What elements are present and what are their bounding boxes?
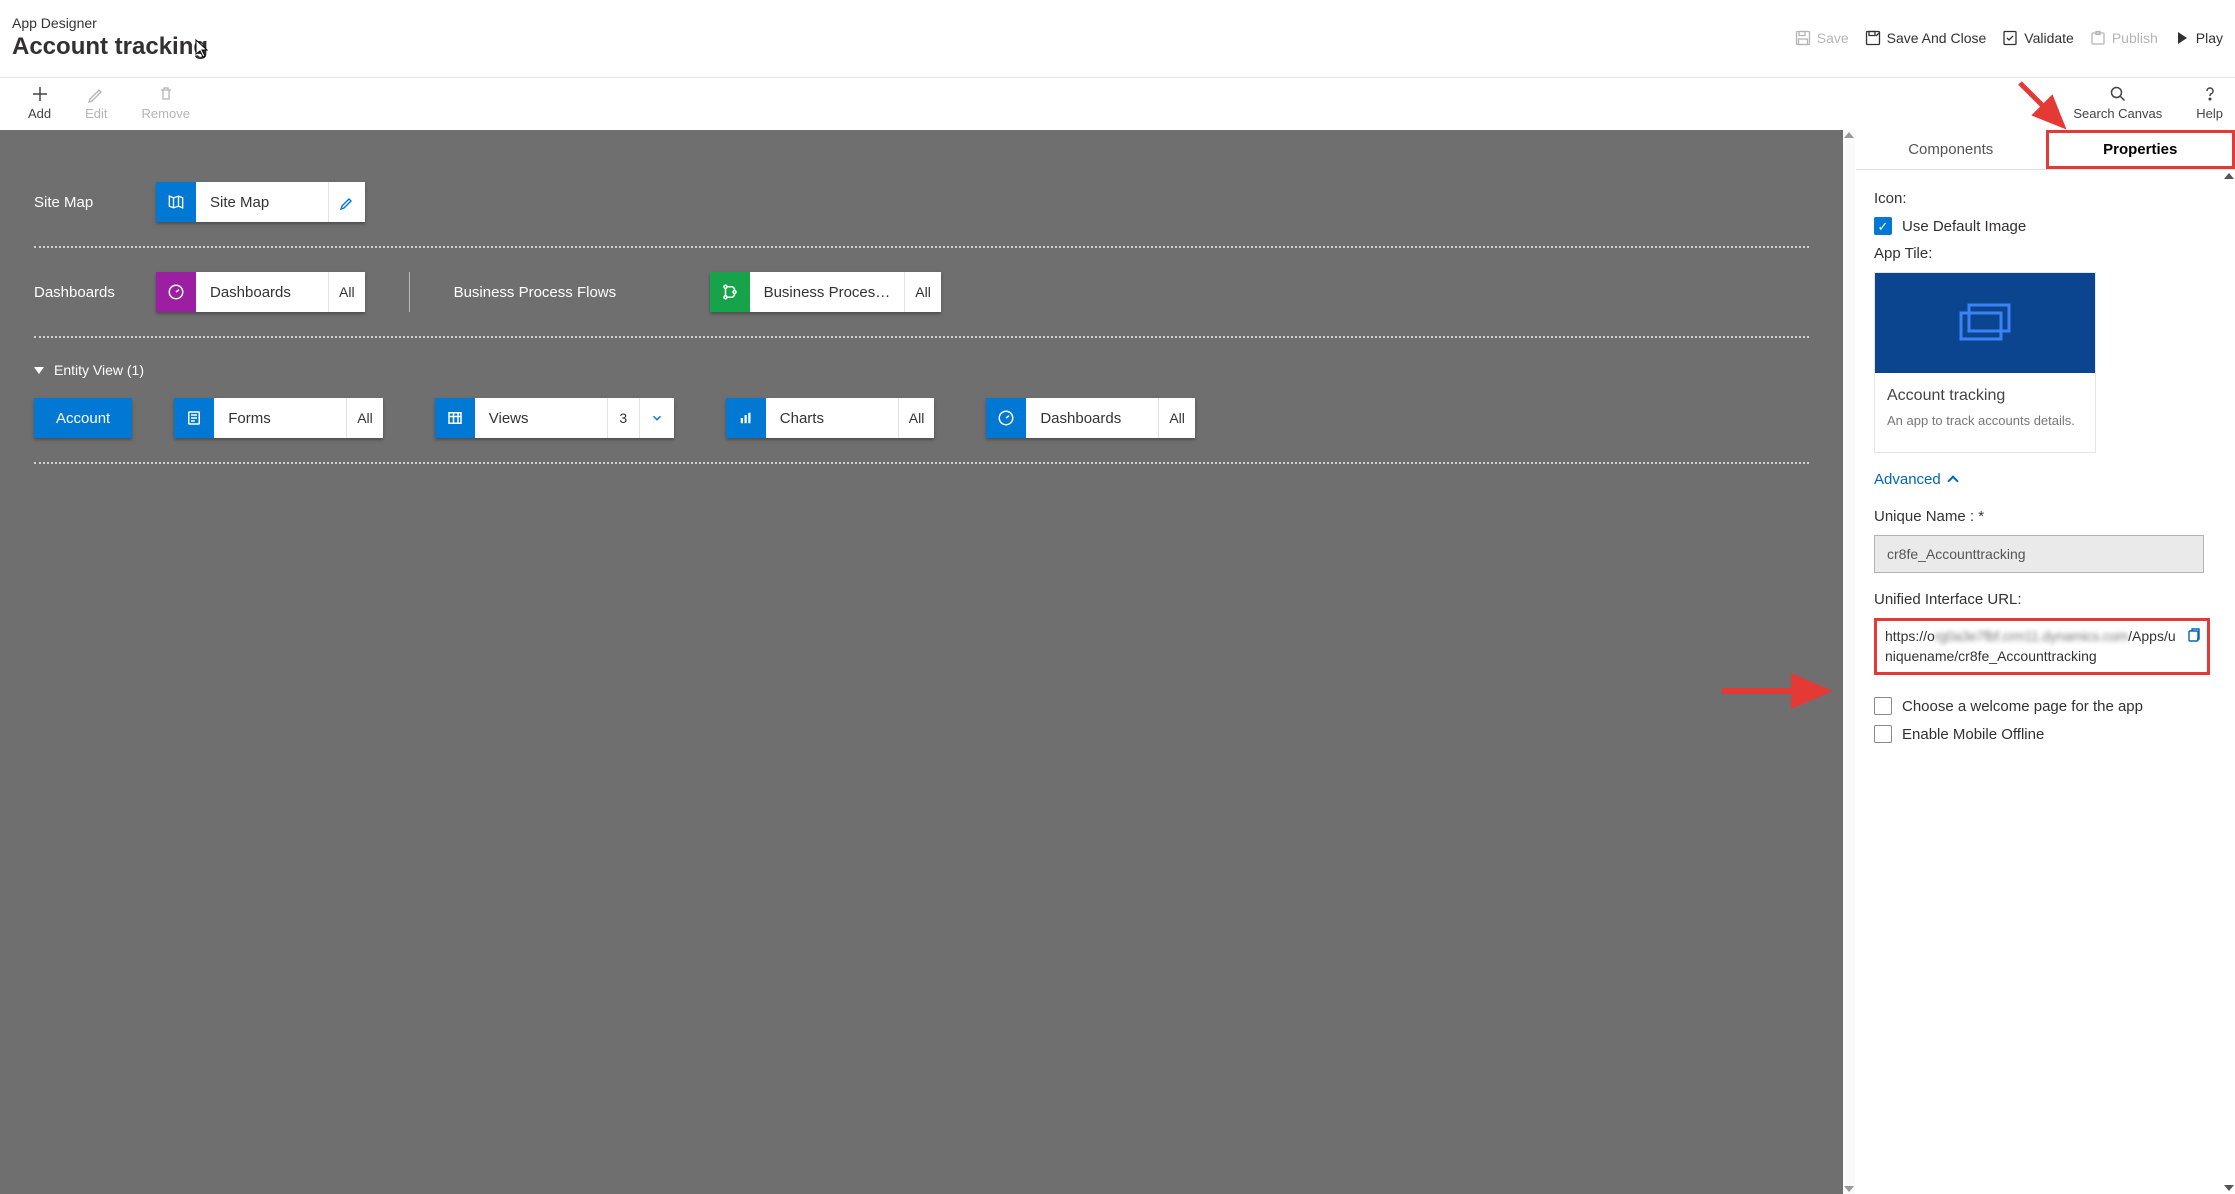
- canvas-divider: [409, 272, 410, 312]
- app-tile-title: Account tracking: [1887, 387, 2083, 405]
- help-button[interactable]: Help: [2196, 85, 2223, 121]
- add-button[interactable]: Add: [28, 85, 51, 121]
- play-button[interactable]: Play: [2174, 30, 2223, 46]
- use-default-image-checkbox[interactable]: [1874, 217, 1892, 235]
- bpf-suffix[interactable]: All: [904, 272, 941, 312]
- dashboards-suffix[interactable]: All: [328, 272, 365, 312]
- tool-bar: Add Edit Remove Search Canvas Help: [0, 78, 2235, 130]
- save-close-icon: [1865, 30, 1881, 46]
- bpf-icon: [710, 272, 750, 312]
- play-icon: [2174, 30, 2190, 46]
- help-icon: [2201, 85, 2219, 103]
- chart-icon: [726, 398, 766, 438]
- views-count[interactable]: 3: [607, 398, 639, 438]
- advanced-toggle[interactable]: Advanced: [1874, 471, 1957, 488]
- use-default-image-label: Use Default Image: [1902, 218, 2026, 235]
- caret-down-icon: [34, 367, 44, 374]
- entity-view-toggle[interactable]: Entity View (1): [34, 362, 144, 378]
- entity-dashboards-tile[interactable]: Dashboards All: [986, 398, 1195, 438]
- icon-label: Icon:: [1874, 190, 2217, 207]
- welcome-page-checkbox[interactable]: [1874, 697, 1892, 715]
- entity-account-tile[interactable]: Account: [34, 398, 132, 438]
- sitemap-edit-button[interactable]: [328, 182, 365, 222]
- save-button: Save: [1795, 30, 1849, 46]
- app-tile-desc: An app to track accounts details.: [1887, 413, 2083, 428]
- canvas-scrollbar[interactable]: [1843, 130, 1855, 1194]
- entity-dashboards-suffix[interactable]: All: [1158, 398, 1195, 438]
- tab-components[interactable]: Components: [1856, 130, 2046, 169]
- unique-name-label: Unique Name : *: [1874, 508, 2217, 525]
- edit-button: Edit: [85, 85, 107, 121]
- title-bar: App Designer Account tracking Save Save …: [0, 0, 2235, 78]
- unified-interface-url: https://org0a3e7fbf.crm11.dynamics.com/A…: [1874, 618, 2210, 675]
- welcome-page-label: Choose a welcome page for the app: [1902, 698, 2143, 715]
- pencil-icon: [87, 85, 105, 103]
- unique-name-field: cr8fe_Accounttracking: [1874, 535, 2204, 573]
- app-tile-preview: Account tracking An app to track account…: [1874, 272, 2096, 453]
- publish-button: Publish: [2090, 30, 2158, 46]
- save-icon: [1795, 30, 1811, 46]
- views-dropdown[interactable]: [639, 398, 674, 438]
- properties-panel: Components Properties Icon: Use Default …: [1855, 130, 2235, 1194]
- bpf-row-label: Business Process Flows: [454, 284, 696, 301]
- forms-suffix[interactable]: All: [346, 398, 383, 438]
- plus-icon: [31, 85, 49, 103]
- sitemap-tile[interactable]: Site Map: [156, 182, 365, 222]
- app-name: Account tracking: [12, 33, 208, 61]
- scroll-up-icon: [2224, 173, 2234, 179]
- bpf-tile[interactable]: Business Proces… All: [710, 272, 941, 312]
- publish-icon: [2090, 30, 2106, 46]
- copy-url-button[interactable]: [2185, 627, 2201, 649]
- scroll-down-icon: [1844, 1186, 1854, 1192]
- views-tile[interactable]: Views 3: [435, 398, 674, 438]
- scroll-up-icon: [1844, 132, 1854, 138]
- app-tile-label: App Tile:: [1874, 245, 2217, 262]
- mobile-offline-checkbox[interactable]: [1874, 725, 1892, 743]
- validate-button[interactable]: Validate: [2002, 30, 2074, 46]
- url-label: Unified Interface URL:: [1874, 591, 2217, 608]
- dashboards-row-label: Dashboards: [34, 284, 142, 301]
- dashboard-icon: [986, 398, 1026, 438]
- search-canvas-button[interactable]: Search Canvas: [2073, 85, 2162, 121]
- main: Site Map Site Map Dashboards: [0, 130, 2235, 1194]
- trash-icon: [157, 85, 175, 103]
- dashboards-tile[interactable]: Dashboards All: [156, 272, 365, 312]
- forms-tile[interactable]: Forms All: [174, 398, 383, 438]
- sitemap-row-label: Site Map: [34, 194, 142, 211]
- tab-properties[interactable]: Properties: [2046, 130, 2235, 169]
- search-icon: [2109, 85, 2127, 103]
- sitemap-icon: [156, 182, 196, 222]
- validate-icon: [2002, 30, 2018, 46]
- canvas[interactable]: Site Map Site Map Dashboards: [0, 130, 1843, 1194]
- mobile-offline-label: Enable Mobile Offline: [1902, 726, 2044, 743]
- charts-suffix[interactable]: All: [898, 398, 935, 438]
- form-icon: [174, 398, 214, 438]
- scroll-down-icon: [2224, 1185, 2234, 1191]
- save-and-close-button[interactable]: Save And Close: [1865, 30, 1987, 46]
- remove-button: Remove: [142, 85, 190, 121]
- charts-tile[interactable]: Charts All: [726, 398, 935, 438]
- dashboard-icon: [156, 272, 196, 312]
- app-designer-label: App Designer: [12, 15, 208, 31]
- chevron-up-icon: [1947, 475, 1958, 486]
- panel-scrollbar[interactable]: [2223, 170, 2235, 1194]
- views-icon: [435, 398, 475, 438]
